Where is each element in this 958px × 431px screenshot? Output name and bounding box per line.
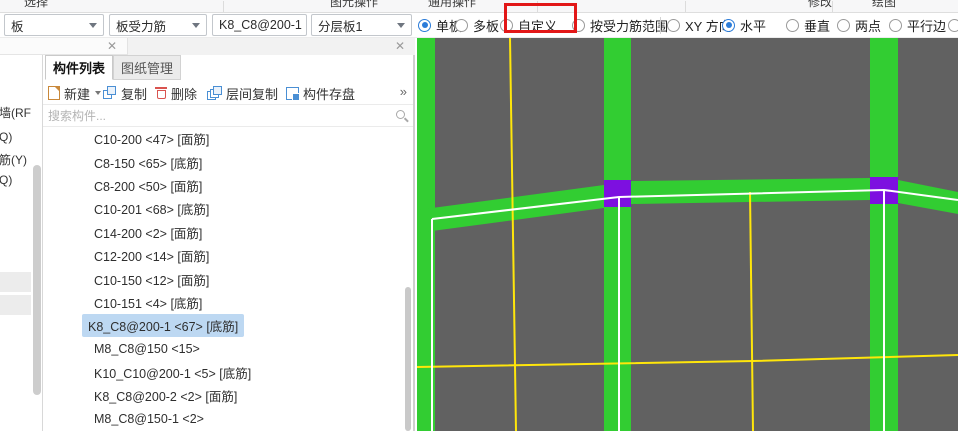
radio-multi-slab[interactable]: 多板	[455, 13, 499, 37]
list-item[interactable]: K8_C8@200-2 <2> [面筋]	[43, 384, 413, 407]
radio-horizontal[interactable]: 水平	[722, 13, 766, 37]
filter-row: 板 板受力筋 K8_C8@200-1 分层板1 单板 多板 自定义 按受力筋范围…	[0, 13, 958, 38]
component-dropdown[interactable]: K8_C8@200-1	[212, 14, 307, 36]
list-item[interactable]: M8_C8@150-1 <2>	[43, 408, 413, 431]
rebar-type-dropdown[interactable]: 板受力筋	[109, 14, 207, 36]
chevron-down-icon	[397, 22, 405, 28]
toolbar-overflow-button[interactable]: »	[400, 84, 407, 99]
ribbon-group-strip: 选择 图元操作 通用操作 修改 绘图	[0, 0, 958, 13]
tree-highlight-row[interactable]	[0, 272, 31, 292]
panel-title-strip: ✕	[128, 38, 415, 55]
list-item[interactable]: C10-201 <68> [底筋]	[43, 197, 413, 220]
tree-item-label[interactable]: Q)	[0, 173, 12, 187]
tab-component-list[interactable]: 构件列表	[45, 55, 113, 80]
radio-icon	[786, 18, 799, 32]
new-button[interactable]: 新建	[48, 81, 102, 105]
module-tree-panel: 墙(RF Q) 筋(Y) Q)	[0, 55, 43, 431]
radio-partial[interactable]	[948, 13, 958, 37]
radio-icon	[455, 18, 468, 32]
close-icon[interactable]: ✕	[395, 39, 405, 53]
radio-parallel-edge[interactable]: 平行边	[889, 13, 946, 37]
new-doc-icon	[48, 86, 60, 100]
radio-icon	[722, 18, 735, 32]
beam-vertical-middle[interactable]	[604, 38, 631, 431]
search-icon	[396, 110, 405, 119]
chevron-down-icon	[192, 22, 200, 28]
ribbon-group-element-ops: 图元操作	[330, 0, 379, 9]
ribbon-group-modify: 修改	[808, 0, 833, 9]
layer-slab-dropdown[interactable]: 分层板1	[311, 14, 412, 36]
panel-header-strip: ✕ ✕	[0, 38, 415, 55]
radio-by-rebar-range[interactable]: 按受力筋范围	[572, 13, 668, 37]
close-icon[interactable]: ✕	[107, 39, 117, 53]
divider	[660, 17, 661, 34]
list-item[interactable]: C10-200 <47> [面筋]	[43, 127, 413, 150]
radio-two-point[interactable]: 两点	[837, 13, 881, 37]
ribbon-divider	[832, 1, 833, 12]
chevron-down-icon	[95, 91, 102, 95]
copy-icon	[103, 86, 117, 100]
list-item[interactable]: C8-200 <50> [面筋]	[43, 174, 413, 197]
radio-icon	[667, 18, 680, 32]
ribbon-group-common-ops: 通用操作	[428, 0, 477, 9]
layer-copy-icon	[207, 86, 222, 100]
search-row	[43, 105, 413, 127]
radio-vertical[interactable]: 垂直	[786, 13, 830, 37]
list-item-selected[interactable]: K8_C8@200-1 <67> [底筋]	[43, 314, 413, 338]
tree-scrollbar-thumb[interactable]	[33, 165, 41, 395]
tree-highlight-row[interactable]	[0, 295, 31, 315]
list-item[interactable]: C10-150 <12> [面筋]	[43, 267, 413, 290]
tree-item-label[interactable]: 筋(Y)	[0, 151, 27, 168]
column-node-middle[interactable]	[604, 180, 631, 207]
delete-button[interactable]: 删除	[155, 81, 197, 105]
ribbon-divider	[685, 1, 686, 12]
list-item[interactable]: C14-200 <2> [面筋]	[43, 221, 413, 244]
tab-drawing-management[interactable]: 图纸管理	[113, 55, 181, 80]
chevron-down-icon	[89, 22, 97, 28]
cad-drawing	[416, 37, 958, 431]
radio-icon	[837, 18, 850, 32]
cad-canvas[interactable]	[416, 37, 958, 431]
panel-toolbar: 新建 复制 删除 层间复制 构件存盘 »	[43, 81, 413, 105]
chevron-down-icon	[305, 22, 306, 28]
list-scrollbar-thumb[interactable]	[405, 287, 411, 431]
list-item[interactable]: M8_C8@150 <15>	[43, 338, 413, 361]
tree-item-label[interactable]: Q)	[0, 130, 12, 144]
ribbon-group-select: 选择	[24, 0, 49, 9]
ribbon-group-draw: 绘图	[872, 0, 897, 9]
application-window: { "colors": { "canvas_bg": "#616161", "b…	[0, 0, 958, 431]
radio-icon	[418, 18, 431, 32]
ribbon-divider	[223, 1, 224, 12]
floor-copy-button[interactable]: 层间复制	[207, 81, 278, 105]
copy-button[interactable]: 复制	[103, 81, 147, 105]
red-highlight-box	[504, 3, 577, 33]
list-item[interactable]: C10-151 <4> [底筋]	[43, 291, 413, 314]
list-item[interactable]: C8-150 <65> [底筋]	[43, 150, 413, 173]
save-component-button[interactable]: 构件存盘	[286, 81, 355, 105]
save-icon	[286, 86, 300, 101]
radio-icon	[948, 18, 958, 32]
element-type-dropdown[interactable]: 板	[4, 14, 104, 36]
search-input[interactable]	[45, 106, 385, 126]
radio-icon	[889, 18, 902, 32]
component-list: C10-200 <47> [面筋] C8-150 <65> [底筋] C8-20…	[43, 127, 413, 431]
list-item[interactable]: K10_C10@200-1 <5> [底筋]	[43, 361, 413, 384]
list-item[interactable]: C12-200 <14> [面筋]	[43, 244, 413, 267]
left-toolbar-stub: ✕	[0, 38, 128, 55]
component-list-panel: 构件列表 图纸管理 新建 复制 删除 层间复制 构件存盘 » C10-200 <…	[43, 55, 415, 431]
tree-item-label[interactable]: 墙(RF	[0, 104, 31, 121]
delete-icon	[155, 86, 167, 100]
